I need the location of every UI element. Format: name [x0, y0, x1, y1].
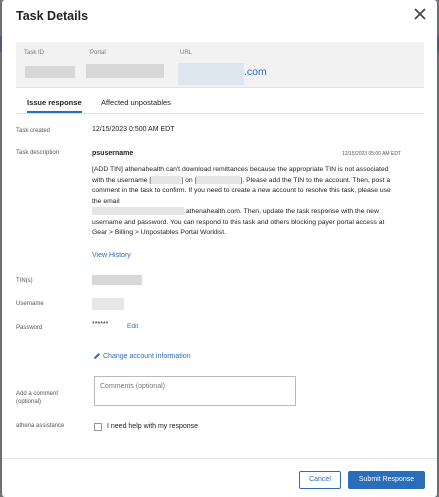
footer-divider — [2, 458, 437, 459]
edit-password-link[interactable]: Edit — [127, 323, 138, 330]
need-help-checkbox[interactable] — [94, 423, 102, 431]
task-details-modal: Task Details Task ID Portal URL .com Iss… — [2, 0, 437, 497]
username-label: Username — [16, 301, 44, 307]
portal-column: Portal — [90, 50, 106, 56]
comment-label: Add a comment (optional) — [16, 391, 59, 405]
email-redacted — [92, 207, 184, 216]
description-seg2: ] on [ — [181, 176, 197, 184]
username-redacted — [151, 175, 182, 184]
task-description-label: Task description — [16, 150, 60, 156]
portal-label: Portal — [90, 50, 106, 56]
close-button[interactable] — [413, 7, 427, 21]
portal-value-redacted — [86, 64, 164, 78]
cancel-button[interactable]: Cancel — [299, 471, 341, 489]
need-help-checkbox-label[interactable]: I need help with my response — [107, 423, 198, 430]
password-value: ****** — [92, 321, 109, 328]
tin-value-redacted — [92, 275, 142, 285]
pencil-icon — [94, 353, 100, 359]
tab-bar: Issue response Affected unpostables — [16, 96, 424, 114]
modal-title: Task Details — [16, 9, 89, 23]
task-id-value-redacted — [25, 66, 75, 78]
url-label: URL — [180, 50, 193, 56]
url-column: URL — [180, 50, 192, 56]
url-value-redacted[interactable] — [178, 63, 244, 85]
url-suffix[interactable]: .com — [244, 66, 267, 78]
assistance-label: athena assistance — [16, 423, 65, 429]
tin-label: TIN(s) — [16, 278, 33, 284]
task-created-value: 12/15/2023 0:500 AM EDT — [92, 126, 175, 133]
description-timestamp: 12/15/2023 05:00 AM EDT — [342, 151, 401, 157]
tab-issue-response[interactable]: Issue response — [27, 98, 82, 113]
change-account-label: Change account information — [103, 352, 191, 360]
tab-affected-unpostables[interactable]: Affected unpostables — [101, 98, 171, 107]
task-description-text: [ADD TIN] athenahealth can't download re… — [92, 165, 398, 239]
task-id-label: Task ID — [24, 50, 45, 56]
task-identifiers-panel: Task ID Portal URL .com — [16, 42, 424, 88]
change-account-link[interactable]: Change account information — [93, 352, 191, 360]
description-author: psusername — [92, 150, 134, 157]
submit-response-button[interactable]: Submit Response — [348, 471, 425, 489]
portal-redacted — [196, 175, 241, 184]
view-history-link[interactable]: View History — [92, 252, 131, 259]
task-id-column: Task ID — [24, 50, 44, 56]
username-value-redacted — [92, 298, 124, 310]
comment-input[interactable] — [94, 376, 296, 406]
close-icon — [414, 8, 426, 20]
password-label: Password — [16, 325, 43, 331]
task-created-label: Task created — [16, 128, 51, 134]
